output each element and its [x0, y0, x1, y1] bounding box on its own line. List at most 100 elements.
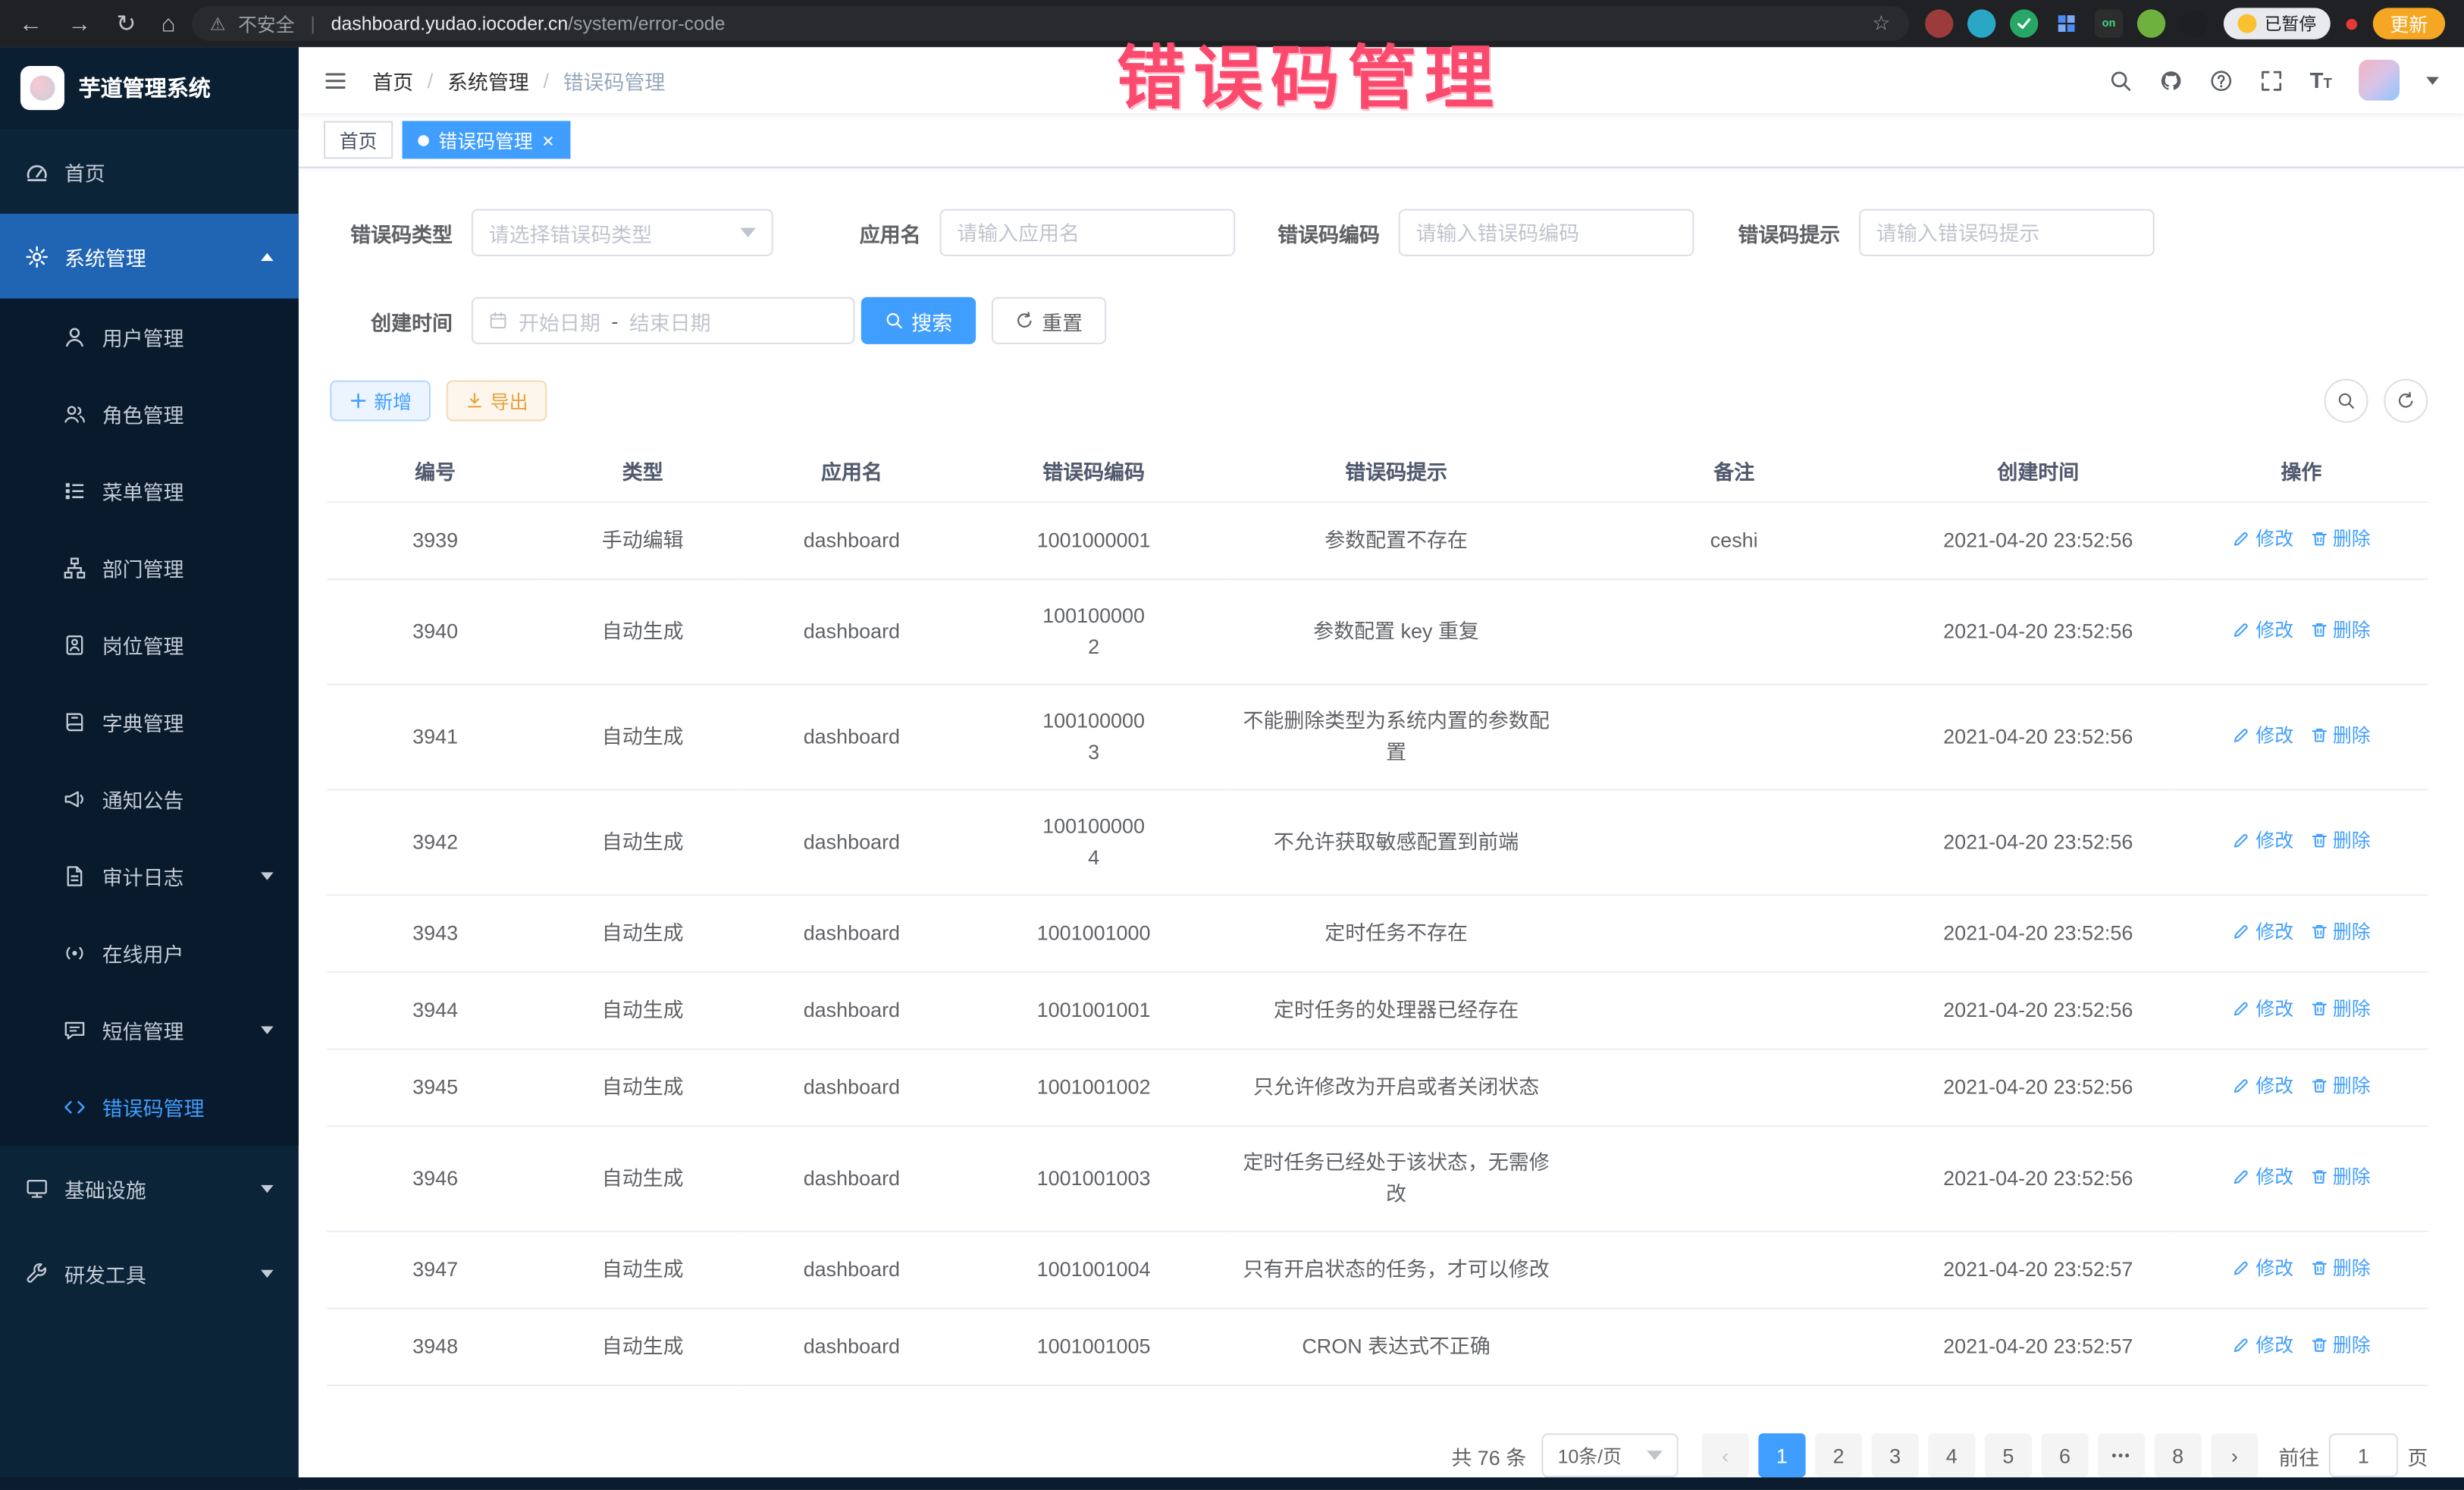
tab-close-icon[interactable]: × [542, 130, 554, 150]
delete-button[interactable]: 删除 [2309, 523, 2371, 554]
sidebar-item-label: 角色管理 [102, 399, 184, 428]
cell-id: 3947 [327, 1231, 544, 1309]
edit-button[interactable]: 修改 [2232, 614, 2293, 645]
edit-button[interactable]: 修改 [2232, 523, 2293, 554]
sidebar-item-error-code[interactable]: 错误码管理 [0, 1068, 299, 1146]
page-size-select[interactable]: 10条/页 [1542, 1433, 1679, 1477]
next-page-button[interactable]: › [2211, 1433, 2258, 1477]
bookmark-star-icon[interactable]: ☆ [1872, 11, 1890, 36]
cell-ops: 修改删除 [2175, 579, 2428, 685]
more-pages-button[interactable]: ••• [2098, 1433, 2145, 1477]
delete-button[interactable]: 删除 [2309, 720, 2371, 751]
goto-page-input[interactable] [2329, 1433, 2398, 1477]
toggle-search-button[interactable] [2324, 379, 2368, 423]
extension-icon-leaf[interactable] [2137, 9, 2165, 37]
font-size-icon[interactable]: TT [2310, 69, 2332, 91]
sidebar-item-posts[interactable]: 岗位管理 [0, 607, 299, 684]
edit-button[interactable]: 修改 [2232, 825, 2293, 856]
sidebar-item-infrastructure[interactable]: 基础设施 [0, 1146, 299, 1231]
user-avatar[interactable] [2359, 60, 2400, 101]
search-button[interactable]: 搜索 [861, 297, 976, 344]
tab-home[interactable]: 首页 [324, 121, 393, 159]
help-icon[interactable] [2209, 68, 2233, 92]
back-icon[interactable]: ← [19, 12, 42, 36]
extension-icon-on[interactable]: on [2095, 9, 2123, 37]
sidebar-item-devtools[interactable]: 研发工具 [0, 1231, 299, 1316]
page-button-1[interactable]: 1 [1758, 1433, 1805, 1477]
edit-button[interactable]: 修改 [2232, 1071, 2293, 1102]
extension-icon-grid[interactable] [2052, 9, 2080, 37]
sidebar-item-notice[interactable]: 通知公告 [0, 761, 299, 838]
browser-home-icon[interactable]: ⌂ [161, 12, 176, 36]
extension-icon-check[interactable] [2010, 9, 2038, 37]
breadcrumb-home[interactable]: 首页 [372, 65, 413, 95]
prev-page-button[interactable]: ‹ [1702, 1433, 1749, 1477]
tab-error-code[interactable]: 错误码管理 × [403, 121, 570, 159]
reload-icon[interactable]: ↻ [116, 12, 136, 36]
edit-button[interactable]: 修改 [2232, 1330, 2293, 1361]
breadcrumb-system[interactable]: 系统管理 [447, 65, 529, 95]
page-button-4[interactable]: 4 [1928, 1433, 1975, 1477]
add-button[interactable]: 新增 [330, 381, 431, 422]
reset-button[interactable]: 重置 [992, 297, 1106, 344]
cell-msg: 不允许获取敏感配置到前端 [1226, 790, 1567, 896]
extension-icon-teal[interactable] [1967, 9, 1995, 37]
page-button-8[interactable]: 8 [2155, 1433, 2202, 1477]
sidebar-item-menus[interactable]: 菜单管理 [0, 453, 299, 530]
page-button-6[interactable]: 6 [2041, 1433, 2088, 1477]
forward-icon[interactable]: → [67, 12, 91, 36]
breadcrumb: 首页 / 系统管理 / 错误码管理 [372, 65, 665, 95]
sidebar-item-audit-log[interactable]: 审计日志 [0, 838, 299, 915]
edit-button[interactable]: 修改 [2232, 720, 2293, 751]
delete-button[interactable]: 删除 [2309, 614, 2371, 645]
extension-icon-red[interactable] [1925, 9, 1953, 37]
cell-code: 1001001004 [961, 1231, 1225, 1309]
delete-label: 删除 [2333, 825, 2371, 856]
navbar-actions: TT [2108, 60, 2438, 101]
page-button-3[interactable]: 3 [1872, 1433, 1919, 1477]
sidebar-item-departments[interactable]: 部门管理 [0, 529, 299, 607]
fullscreen-icon[interactable] [2259, 68, 2283, 92]
edit-button[interactable]: 修改 [2232, 993, 2293, 1024]
sidebar-item-roles[interactable]: 角色管理 [0, 375, 299, 453]
edit-button[interactable]: 修改 [2232, 916, 2293, 947]
refresh-table-button[interactable] [2384, 379, 2428, 423]
sidebar-item-users[interactable]: 用户管理 [0, 299, 299, 376]
sidebar-item-online-users[interactable]: 在线用户 [0, 914, 299, 992]
edit-button[interactable]: 修改 [2232, 1253, 2293, 1284]
update-button[interactable]: 更新 [2373, 8, 2445, 39]
delete-button[interactable]: 删除 [2309, 993, 2371, 1024]
extension-icon-dark[interactable] [2180, 9, 2208, 37]
search-icon[interactable] [2108, 68, 2132, 92]
sidebar-item-sms[interactable]: 短信管理 [0, 992, 299, 1069]
delete-button[interactable]: 删除 [2309, 1071, 2371, 1102]
sidebar-item-home[interactable]: 首页 [0, 129, 299, 214]
delete-button[interactable]: 删除 [2309, 1330, 2371, 1361]
page-button-2[interactable]: 2 [1815, 1433, 1862, 1477]
sidebar-item-system[interactable]: 系统管理 [0, 214, 299, 299]
avatar-caret-icon[interactable] [2426, 77, 2439, 84]
cell-msg: 定时任务已经处于该状态，无需修改 [1226, 1126, 1567, 1231]
delete-button[interactable]: 删除 [2309, 916, 2371, 947]
app-name-input[interactable] [939, 209, 1235, 256]
delete-button[interactable]: 删除 [2309, 1162, 2371, 1193]
github-icon[interactable] [2159, 68, 2183, 92]
delete-button[interactable]: 删除 [2309, 1253, 2371, 1284]
breadcrumb-separator: / [543, 68, 549, 92]
edit-button[interactable]: 修改 [2232, 1162, 2293, 1193]
page-button-5[interactable]: 5 [1985, 1433, 2032, 1477]
export-button[interactable]: 导出 [447, 381, 547, 422]
search-button-label: 搜索 [911, 306, 952, 335]
address-bar[interactable]: ⚠ 不安全 | dashboard.yudao.iocoder.cn/syste… [191, 6, 1909, 41]
date-range-picker[interactable]: 开始日期 - 结束日期 [472, 297, 855, 344]
app-logo[interactable]: 芋道管理系统 [0, 47, 299, 129]
error-type-select[interactable]: 请选择错误码类型 [472, 209, 773, 256]
paused-badge[interactable]: 已暂停 [2224, 8, 2331, 39]
error-msg-input[interactable] [1859, 209, 2155, 256]
sidebar-item-dict[interactable]: 字典管理 [0, 684, 299, 761]
error-type-label: 错误码类型 [327, 218, 472, 247]
hamburger-icon[interactable] [324, 68, 347, 92]
delete-button[interactable]: 删除 [2309, 825, 2371, 856]
error-code-input[interactable] [1399, 209, 1694, 256]
page-size-value: 10条/页 [1558, 1442, 1622, 1469]
